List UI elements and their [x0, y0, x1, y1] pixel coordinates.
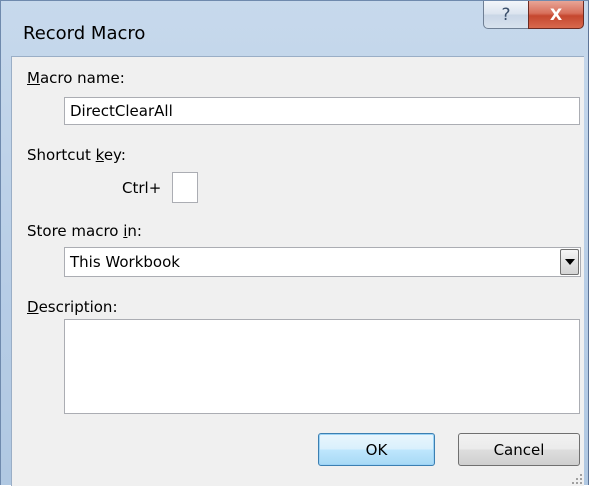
close-icon: X	[549, 5, 563, 24]
macro-name-label: Macro name:	[27, 69, 125, 87]
record-macro-dialog: Record Macro ? X Macro name: DirectClear…	[0, 0, 589, 486]
store-macro-in-label: Store macro in:	[27, 222, 142, 240]
dropdown-arrow-button[interactable]	[560, 249, 579, 275]
store-macro-in-value: This Workbook	[70, 253, 180, 271]
shortcut-key-label: Shortcut key:	[27, 146, 126, 164]
description-input[interactable]	[64, 319, 580, 414]
help-icon: ?	[501, 4, 511, 25]
ok-button[interactable]: OK	[318, 433, 435, 466]
help-button[interactable]: ?	[483, 1, 529, 29]
macro-name-value: DirectClearAll	[70, 102, 173, 120]
resize-grip-icon[interactable]	[570, 472, 584, 486]
macro-name-input[interactable]: DirectClearAll	[64, 97, 580, 125]
shortcut-key-input[interactable]	[172, 172, 198, 203]
chevron-down-icon	[564, 259, 575, 265]
title-bar[interactable]: Record Macro ? X	[1, 1, 588, 56]
description-label: Description:	[27, 298, 118, 316]
close-button[interactable]: X	[528, 1, 584, 29]
store-macro-in-select[interactable]: This Workbook	[64, 247, 581, 277]
dialog-body: Macro name: DirectClearAll Shortcut key:…	[11, 56, 584, 486]
dialog-title: Record Macro	[23, 23, 146, 44]
ctrl-prefix-label: Ctrl+	[122, 179, 162, 197]
cancel-button[interactable]: Cancel	[458, 433, 580, 466]
